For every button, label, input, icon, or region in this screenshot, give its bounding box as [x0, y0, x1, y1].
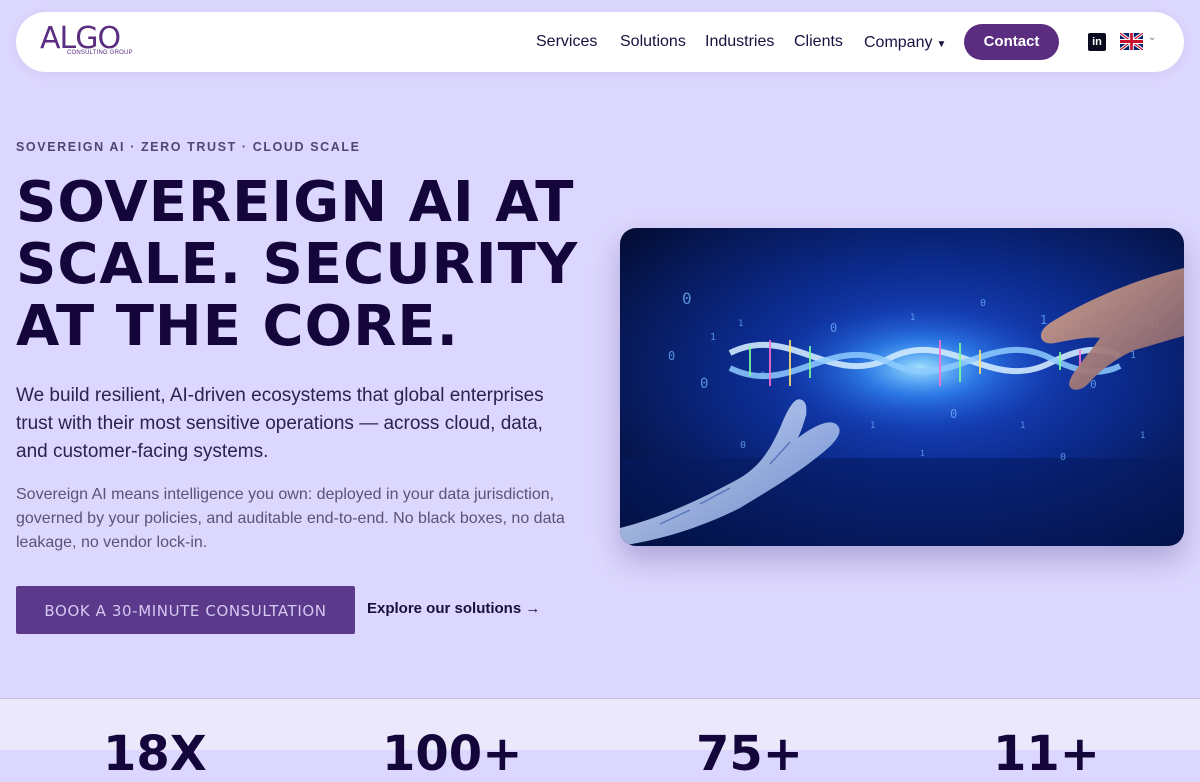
language-chevron-icon[interactable]: ⌄	[1148, 32, 1156, 43]
svg-text:1: 1	[1140, 431, 1145, 441]
svg-text:0: 0	[740, 440, 746, 451]
svg-text:0: 0	[668, 349, 675, 363]
svg-text:0: 0	[950, 407, 957, 421]
logo-tagline: CONSULTING GROUP	[67, 50, 133, 56]
algo-logo[interactable]: ALGO CONSULTING GROUP	[40, 23, 140, 59]
hero-title-line: AT THE CORE.	[16, 294, 459, 359]
svg-text:0: 0	[1060, 452, 1066, 463]
nav-services[interactable]: Services	[536, 32, 597, 52]
svg-text:1: 1	[738, 319, 743, 329]
nav-company-label: Company	[864, 34, 933, 51]
hero-illustration: 0 1 0 1 0 0 0 1 0 1 0 1 0 0 1 0 1 0 0 1 …	[620, 228, 1184, 546]
svg-text:0: 0	[682, 289, 692, 308]
svg-text:1: 1	[1020, 421, 1025, 431]
svg-text:0: 0	[700, 376, 708, 392]
svg-text:1: 1	[1040, 313, 1047, 327]
nav-industries[interactable]: Industries	[705, 32, 774, 52]
hero-image-robot-dna: 0 1 0 1 0 0 0 1 0 1 0 1 0 0 1 0 1 0 0 1 …	[620, 228, 1184, 546]
nav-clients[interactable]: Clients	[794, 32, 843, 52]
hero-sublead: Sovereign AI means intelligence you own:…	[16, 486, 565, 551]
hero-eyebrow: SOVEREIGN AI · ZERO TRUST · CLOUD SCALE	[16, 140, 361, 154]
stat-value: 75+	[696, 726, 804, 782]
top-navigation: ALGO CONSULTING GROUP Services Solutions…	[16, 12, 1184, 72]
hero-title-line: SCALE. SECURITY	[16, 232, 579, 297]
svg-text:1: 1	[870, 421, 875, 431]
nav-solutions[interactable]: Solutions	[620, 32, 686, 52]
svg-text:0: 0	[830, 321, 837, 335]
hero-title-line: SOVEREIGN AI AT	[16, 170, 575, 235]
svg-text:1: 1	[910, 313, 915, 323]
stat-value: 11+	[993, 726, 1101, 782]
contact-button[interactable]: Contact	[964, 24, 1059, 60]
caret-down-icon: ▼	[936, 39, 947, 50]
svg-text:0: 0	[980, 298, 986, 309]
uk-flag-icon[interactable]	[1120, 33, 1143, 50]
hero-lead: We build resilient, AI-driven ecosystems…	[16, 385, 544, 462]
hero-title: SOVEREIGN AI AT SCALE. SECURITY AT THE C…	[16, 172, 596, 358]
stat-value: 100+	[382, 726, 523, 782]
stat-value: 18X	[103, 726, 207, 782]
svg-text:1: 1	[710, 332, 716, 343]
nav-company[interactable]: Company ▼	[864, 33, 946, 55]
svg-text:1: 1	[920, 449, 925, 458]
linkedin-icon[interactable]: in	[1088, 33, 1106, 51]
book-consultation-button[interactable]: BOOK A 30-MINUTE CONSULTATION	[16, 586, 355, 634]
explore-solutions-link[interactable]: Explore our solutions →	[367, 600, 540, 617]
